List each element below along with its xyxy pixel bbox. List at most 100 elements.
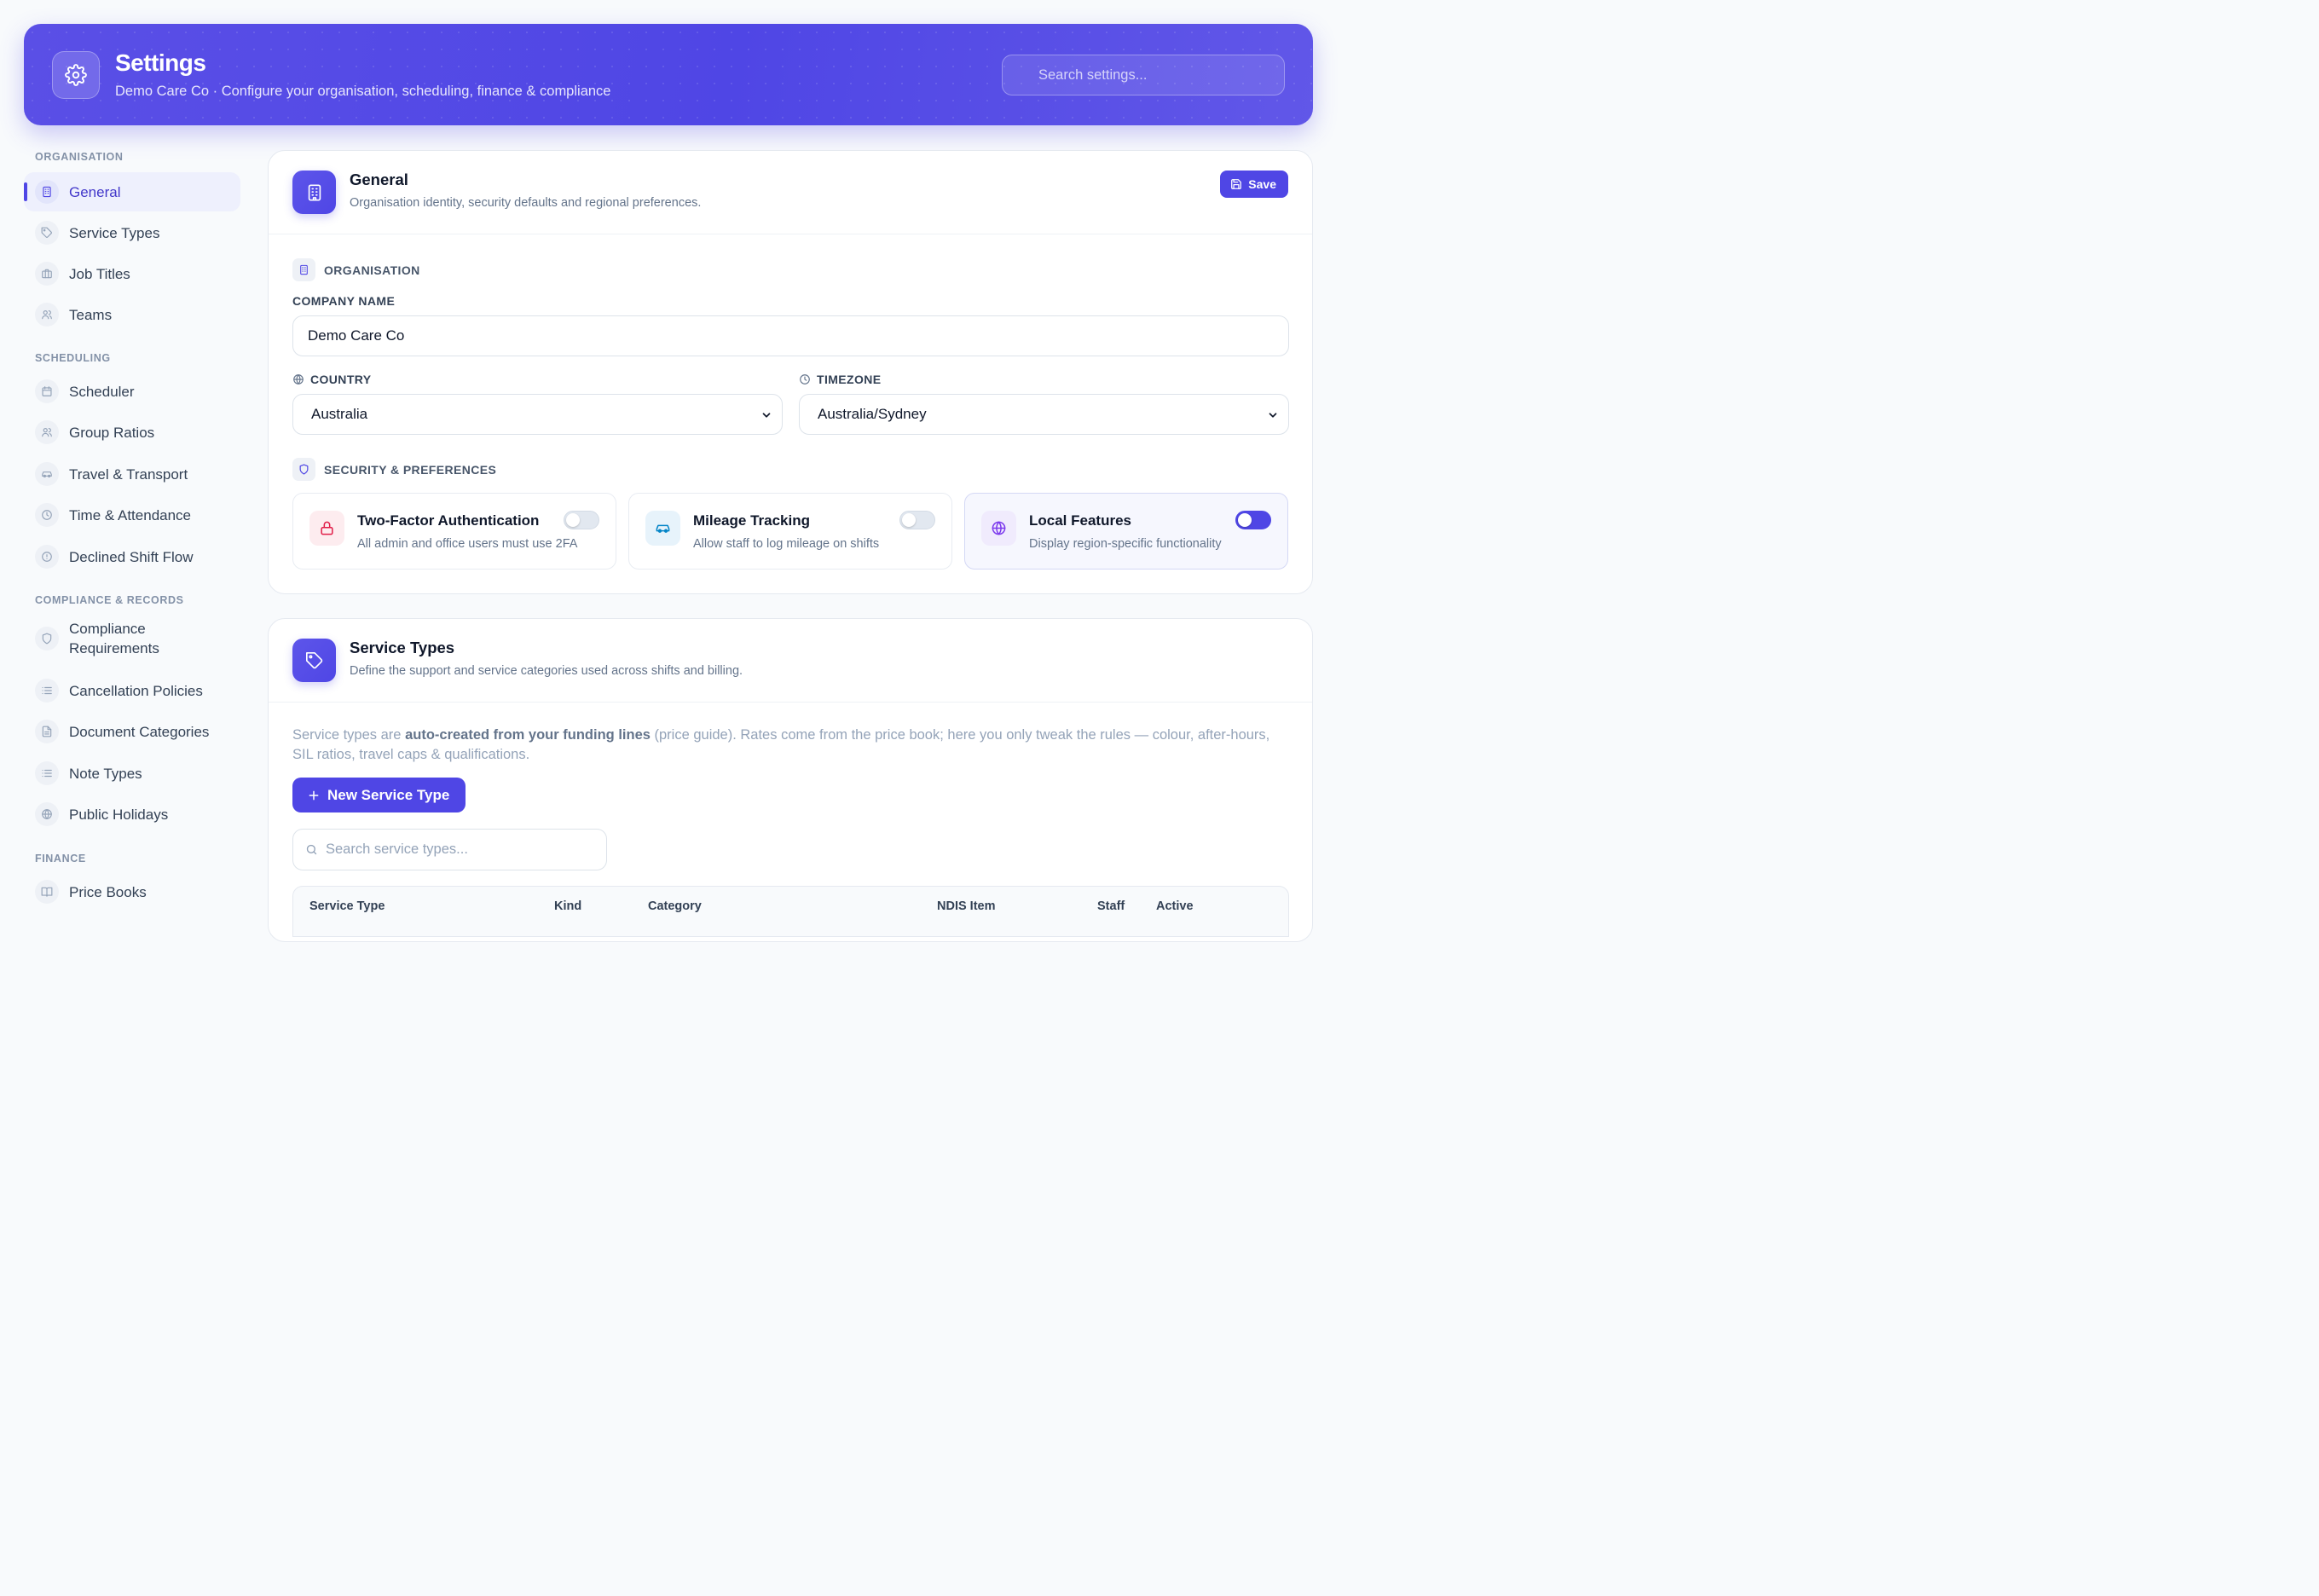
- sidebar-section-title: FINANCE: [35, 853, 86, 864]
- service-types-card: Service Types Define the support and ser…: [268, 618, 1313, 942]
- toggle-title: Mileage Tracking: [693, 512, 810, 529]
- car-icon: [645, 511, 680, 546]
- tag-icon: [292, 639, 336, 682]
- country-label: COUNTRY: [292, 373, 372, 386]
- general-card: General Organisation identity, security …: [268, 150, 1313, 594]
- general-description: Organisation identity, security defaults…: [350, 196, 702, 210]
- company-name-field[interactable]: Demo Care Co: [292, 315, 1289, 356]
- page-title: Settings: [115, 49, 206, 76]
- column-header-active[interactable]: Active: [1156, 899, 1194, 913]
- timezone-value: Australia/Sydney: [818, 406, 927, 422]
- sidebar-item-label: Price Books: [69, 883, 147, 900]
- service-types-info: Service types are auto-created from your…: [292, 726, 1281, 765]
- new-service-type-label: New Service Type: [327, 786, 450, 803]
- toggle-switch[interactable]: [564, 511, 599, 529]
- sidebar-item-teams[interactable]: Teams: [24, 295, 240, 334]
- sidebar-item-job-titles[interactable]: Job Titles: [24, 254, 240, 293]
- sidebar-item-label: Note Types: [69, 765, 142, 782]
- organisation-section-label: ORGANISATION: [324, 263, 420, 277]
- sidebar-item-label: Service Types: [69, 224, 160, 241]
- security-section-label: SECURITY & PREFERENCES: [324, 462, 497, 477]
- search-icon: [306, 844, 317, 855]
- list-icon: [35, 761, 59, 785]
- service-types-card-header: Service Types Define the support and ser…: [269, 619, 1312, 703]
- sidebar-item-label: Group Ratios: [69, 424, 155, 441]
- toggle-knob: [566, 513, 580, 527]
- sidebar-item-label: Scheduler: [69, 383, 135, 400]
- sidebar-item-label: Job Titles: [69, 265, 130, 282]
- sidebar-item-label: Travel & Transport: [69, 466, 188, 483]
- timezone-label-text: TIMEZONE: [817, 373, 882, 386]
- sidebar-item-label: Compliance Requirements: [69, 621, 159, 656]
- general-title: General: [350, 171, 408, 188]
- column-header-ndis-item[interactable]: NDIS Item: [937, 899, 996, 913]
- lock-icon: [309, 511, 344, 546]
- new-service-type-button[interactable]: New Service Type: [292, 778, 466, 812]
- country-select[interactable]: Australia: [292, 394, 783, 435]
- toggle-description: Allow staff to log mileage on shifts: [693, 537, 880, 551]
- sidebar-item-compliance-requirements[interactable]: Compliance Requirements: [24, 614, 240, 663]
- car-icon: [35, 462, 59, 486]
- service-types-table: Service Type Kind Category NDIS Item Sta…: [292, 886, 1289, 937]
- sidebar-item-travel-transport[interactable]: Travel & Transport: [24, 454, 240, 494]
- building-icon: [35, 180, 59, 204]
- users-icon: [35, 420, 59, 444]
- sidebar-item-public-holidays[interactable]: Public Holidays: [24, 795, 240, 834]
- info-bold: auto-created from your funding lines: [405, 727, 651, 743]
- sidebar-section-title: COMPLIANCE & RECORDS: [35, 594, 184, 606]
- building-icon: [292, 258, 315, 281]
- settings-search-input[interactable]: [1002, 55, 1285, 95]
- page-subtitle: Demo Care Co · Configure your organisati…: [115, 84, 611, 99]
- sidebar-item-document-categories[interactable]: Document Categories: [24, 712, 240, 751]
- sidebar-item-cancellation-policies[interactable]: Cancellation Policies: [24, 671, 240, 710]
- sidebar-item-scheduler[interactable]: Scheduler: [24, 372, 240, 411]
- save-button[interactable]: Save: [1220, 171, 1288, 198]
- calendar-icon: [35, 379, 59, 403]
- shield-icon: [292, 458, 315, 481]
- globe-icon: [981, 511, 1016, 546]
- sidebar-item-declined-shift-flow[interactable]: Declined Shift Flow: [24, 537, 240, 576]
- book-icon: [35, 880, 59, 904]
- sidebar-item-general[interactable]: General: [24, 172, 240, 211]
- column-header-category[interactable]: Category: [648, 899, 702, 913]
- clock-icon: [800, 374, 810, 385]
- sidebar-item-label: Teams: [69, 306, 113, 323]
- sidebar-item-label: Public Holidays: [69, 806, 169, 823]
- toggle-card-two-factor-authentication: Two-Factor Authentication All admin and o…: [292, 493, 616, 570]
- sidebar-item-time-attendance[interactable]: Time & Attendance: [24, 495, 240, 535]
- sidebar-item-label: Time & Attendance: [69, 506, 192, 523]
- sidebar-item-label: Cancellation Policies: [69, 682, 203, 699]
- timezone-label: TIMEZONE: [799, 373, 882, 386]
- globe-icon: [35, 802, 59, 826]
- sidebar-item-group-ratios[interactable]: Group Ratios: [24, 413, 240, 452]
- sidebar-item-label: Declined Shift Flow: [69, 548, 194, 565]
- sidebar-item-price-books[interactable]: Price Books: [24, 872, 240, 911]
- general-card-header: General Organisation identity, security …: [269, 151, 1312, 234]
- service-types-search: [292, 829, 607, 870]
- sidebar-item-service-types[interactable]: Service Types: [24, 213, 240, 252]
- globe-icon: [293, 374, 304, 385]
- save-button-label: Save: [1248, 177, 1276, 191]
- shield-icon: [35, 627, 59, 651]
- toggle-description: All admin and office users must use 2FA: [357, 537, 578, 551]
- organisation-section-title: ORGANISATION: [292, 258, 420, 281]
- sidebar-section-title: ORGANISATION: [35, 151, 124, 163]
- service-types-search-input[interactable]: [326, 841, 581, 858]
- toggle-title: Two-Factor Authentication: [357, 512, 540, 529]
- alert-circle-icon: [35, 545, 59, 569]
- toggle-knob: [1238, 513, 1252, 527]
- sidebar-item-note-types[interactable]: Note Types: [24, 754, 240, 793]
- column-header-kind[interactable]: Kind: [554, 899, 581, 913]
- clock-icon: [35, 503, 59, 527]
- column-header-service-type[interactable]: Service Type: [309, 899, 385, 913]
- building-icon: [292, 171, 336, 214]
- briefcase-icon: [35, 262, 59, 286]
- security-section-title: SECURITY & PREFERENCES: [292, 458, 496, 481]
- toggle-switch[interactable]: [1235, 511, 1271, 529]
- service-types-description: Define the support and service categorie…: [350, 664, 743, 678]
- timezone-select[interactable]: Australia/Sydney: [799, 394, 1289, 435]
- column-header-staff[interactable]: Staff: [1097, 899, 1125, 913]
- company-name-label: COMPANY NAME: [292, 294, 396, 308]
- toggle-switch[interactable]: [899, 511, 935, 529]
- sidebar-item-label: Document Categories: [69, 723, 210, 740]
